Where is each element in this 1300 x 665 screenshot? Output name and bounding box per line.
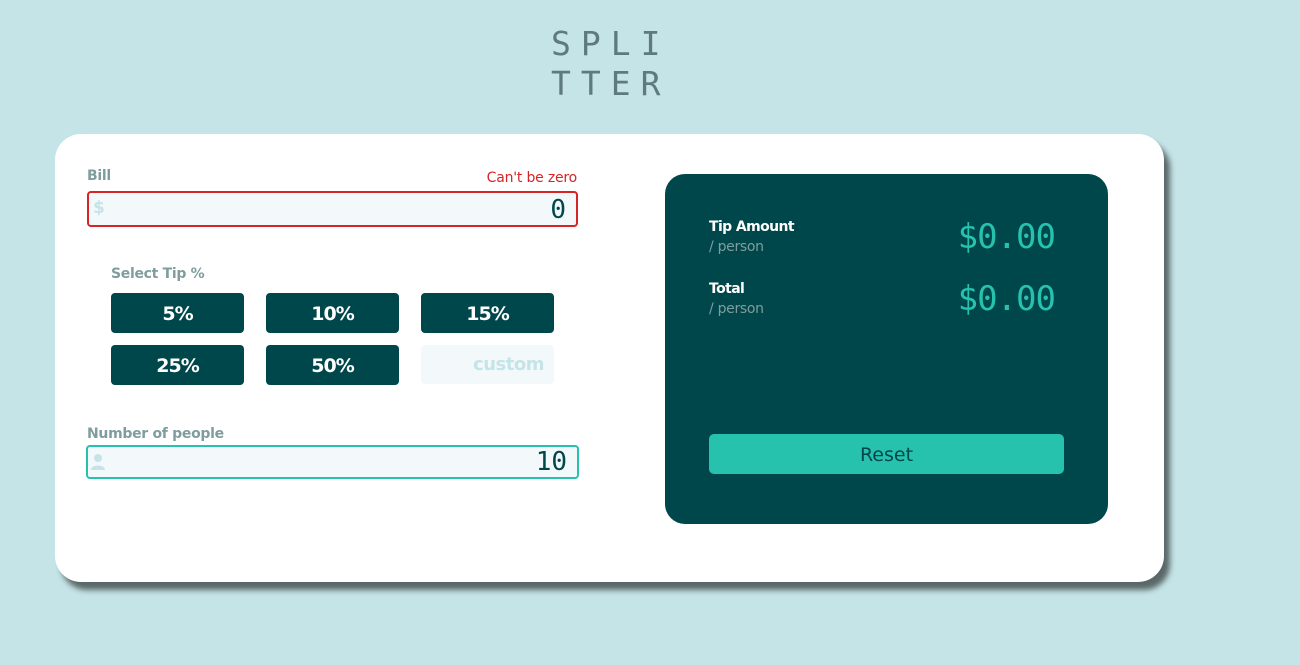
calculator-card: Bill Can't be zero $ 0 Select Tip % 5% 1… (55, 134, 1164, 582)
tip-amount-row: Tip Amount / person $0.00 (709, 217, 1056, 265)
total-title: Total (709, 281, 745, 297)
total-value: $0.00 (957, 279, 1056, 319)
logo-line-2: TTER (551, 64, 671, 103)
bill-input-value: 0 (550, 195, 566, 225)
total-row: Total / person $0.00 (709, 279, 1056, 327)
tip-custom-input[interactable]: custom (421, 345, 554, 384)
people-label: Number of people (87, 426, 224, 442)
people-input[interactable]: 10 (86, 445, 579, 479)
tip-button-50[interactable]: 50% (266, 345, 399, 385)
bill-label: Bill (87, 168, 111, 184)
tip-button-5[interactable]: 5% (111, 293, 244, 333)
dollar-icon: $ (93, 198, 105, 218)
tip-button-10[interactable]: 10% (266, 293, 399, 333)
reset-button[interactable]: Reset (709, 434, 1064, 474)
tip-button-25[interactable]: 25% (111, 345, 244, 385)
app-logo: SPLI TTER (551, 24, 671, 104)
tip-amount-title: Tip Amount (709, 219, 795, 235)
select-tip-label: Select Tip % (111, 266, 205, 282)
tip-amount-sub: / person (709, 239, 764, 255)
tip-button-15[interactable]: 15% (421, 293, 554, 333)
bill-error-message: Can't be zero (486, 170, 578, 186)
person-icon (91, 454, 105, 470)
total-sub: / person (709, 301, 764, 317)
bill-input[interactable]: $ 0 (87, 191, 578, 227)
people-input-value: 10 (535, 447, 567, 477)
tip-amount-value: $0.00 (957, 217, 1056, 257)
result-panel: Tip Amount / person $0.00 Total / person… (665, 174, 1108, 524)
logo-line-1: SPLI (551, 24, 671, 63)
